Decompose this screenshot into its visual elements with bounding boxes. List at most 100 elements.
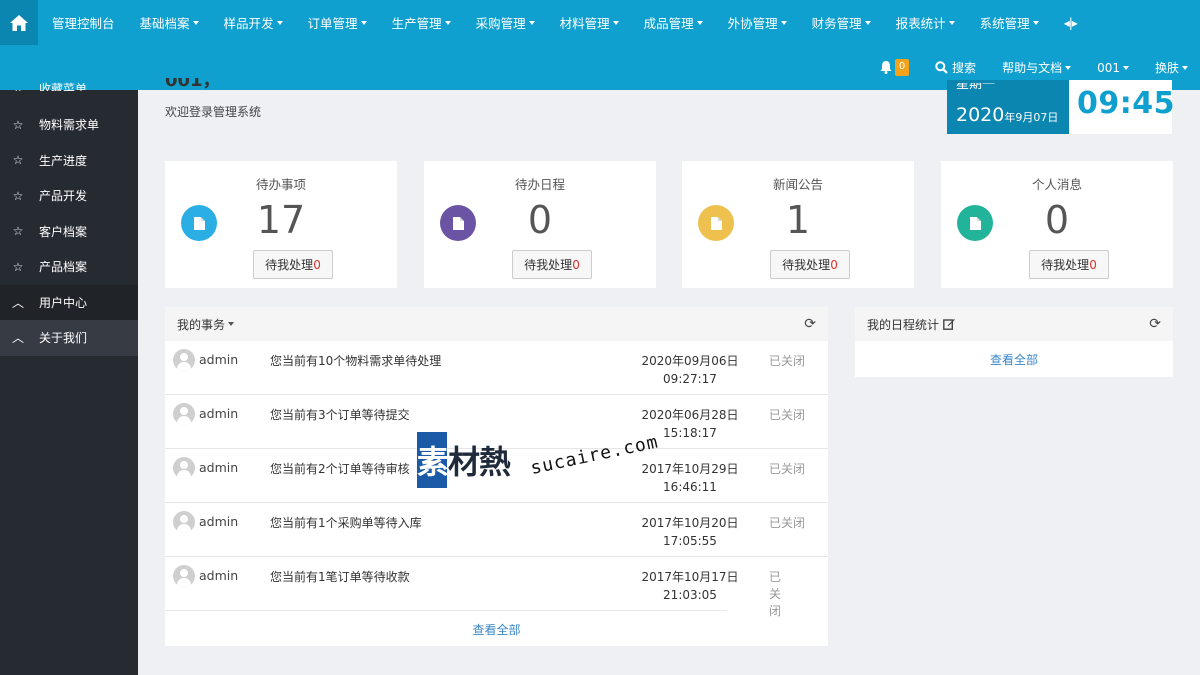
star-icon: ☆ — [12, 188, 24, 203]
task-status: 已关闭 — [769, 462, 806, 476]
pending-for-me-button[interactable]: 待我处理 0 — [770, 250, 850, 279]
nav-menu-item[interactable]: 外协管理 — [728, 13, 799, 32]
search-button[interactable]: 搜索 — [935, 59, 976, 76]
sidebar-item[interactable]: ☆ 客户档案 — [0, 214, 138, 250]
chevron-down-icon — [864, 20, 871, 25]
button-label: 待我处理 — [524, 258, 573, 272]
stat-card-count: 0 — [1044, 198, 1070, 242]
stat-card: 待办日程 0 待我处理 0 — [424, 161, 656, 288]
avatar — [173, 403, 195, 425]
nav-menu-item[interactable]: 采购管理 — [476, 13, 547, 32]
refresh-icon[interactable]: ⟳ — [1149, 316, 1161, 332]
nav-menu-item[interactable]: 管理控制台 — [52, 13, 127, 32]
chevron-down-icon — [780, 20, 787, 25]
task-status: 已关闭 — [769, 354, 806, 368]
nav-menu-item[interactable]: 系统管理 — [980, 13, 1051, 32]
stat-card-count: 17 — [256, 198, 306, 242]
stat-card: 新闻公告 1 待我处理 0 — [682, 161, 914, 288]
chevron-down-icon — [276, 20, 283, 25]
nav-menu-item[interactable]: 样品开发 — [224, 13, 295, 32]
home-button[interactable] — [0, 0, 38, 45]
pending-for-me-button[interactable]: 待我处理 0 — [253, 250, 333, 279]
sidebar-item-label: 客户档案 — [39, 224, 88, 239]
nav-menu-item[interactable]: 材料管理 — [560, 13, 631, 32]
nav-menu-item[interactable]: 生产管理 — [392, 13, 463, 32]
chevron-down-icon: ⌄ — [12, 82, 24, 91]
nav-menu-label: 基础档案 — [139, 16, 190, 31]
sidebar-item-label: 生产进度 — [39, 153, 88, 168]
nav-menu-item[interactable]: 成品管理 — [644, 13, 715, 32]
sidebar-item-label: 收藏菜单 — [39, 82, 88, 91]
task-row[interactable]: admin 您当前有1个采购单等待入库 2017年10月20日 17:05:55 已关闭 — [165, 503, 828, 557]
chevron-down-icon — [948, 20, 955, 25]
schedule-stats-header: 我的日程统计 ⟳ — [855, 307, 1173, 341]
nav-menu-item[interactable]: 财务管理 — [812, 13, 883, 32]
sidebar-item[interactable]: ☆ 产品档案 — [0, 249, 138, 285]
chevron-down-icon — [1065, 65, 1072, 70]
sidebar-item-label: 产品档案 — [39, 260, 88, 275]
refresh-icon[interactable]: ⟳ — [804, 316, 816, 332]
search-label: 搜索 — [952, 61, 977, 75]
avatar — [173, 511, 195, 533]
task-status: 已关闭 — [769, 516, 806, 530]
task-text: 您当前有1笔订单等待收款 — [270, 570, 410, 584]
button-count: 0 — [313, 257, 321, 272]
chevron-down-icon — [1122, 65, 1129, 70]
date-text: 2020年9月07日 — [956, 104, 1059, 126]
stat-card-title: 待办日程 — [514, 177, 565, 192]
task-user: admin — [199, 568, 239, 583]
button-count: 0 — [1089, 257, 1097, 272]
nav-menu-item[interactable]: 基础档案 — [140, 13, 211, 32]
nav-menu-label: 订单管理 — [307, 16, 358, 31]
pending-for-me-button[interactable]: 待我处理 0 — [512, 250, 592, 279]
sidebar-toggle-icon[interactable]: ◂|▸ — [1064, 16, 1078, 30]
stat-card-title: 新闻公告 — [772, 177, 823, 192]
skin-menu[interactable]: 换肤 — [1155, 59, 1188, 76]
nav-menu-item[interactable]: 订单管理 — [308, 13, 379, 32]
sidebar-item-label: 关于我们 — [39, 331, 88, 346]
notifications-button[interactable]: 0 — [880, 59, 910, 76]
edit-icon[interactable] — [943, 318, 955, 330]
chevron-up-icon: ︿ — [11, 331, 24, 346]
schedule-stats-panel: 我的日程统计 ⟳ 查看全部 — [855, 307, 1173, 377]
nav-menu-label: 成品管理 — [643, 16, 694, 31]
sidebar-item[interactable]: ☆ 产品开发 — [0, 178, 138, 214]
nav-menu-label: 报表统计 — [895, 16, 946, 31]
notifications-badge: 0 — [895, 59, 910, 76]
chevron-down-icon — [1032, 20, 1039, 25]
chevron-down-icon — [612, 20, 619, 25]
nav-menu-item[interactable]: 报表统计 — [896, 13, 967, 32]
my-tasks-dropdown[interactable]: 我的事务 — [177, 316, 235, 333]
task-text: 您当前有1个采购单等待入库 — [270, 516, 422, 530]
task-row[interactable]: admin 您当前有10个物料需求单待处理 2020年09月06日 09:27:17 已… — [165, 341, 828, 395]
user-menu[interactable]: 001 — [1097, 61, 1129, 75]
date-panel: 星期一 2020年9月07日 — [947, 80, 1069, 134]
chevron-down-icon — [444, 20, 451, 25]
star-icon: ☆ — [12, 153, 24, 168]
pending-for-me-button[interactable]: 待我处理 0 — [1029, 250, 1109, 279]
task-user: admin — [199, 352, 239, 367]
sidebar-item[interactable]: ☆ 物料需求单 — [0, 107, 138, 143]
greeting-message: 欢迎登录管理系统 — [165, 105, 262, 119]
task-row[interactable]: admin 您当前有1笔订单等待收款 2017年10月17日 21:03:05 已关闭 — [165, 557, 781, 618]
my-tasks-header: 我的事务 ⟳ — [165, 307, 828, 341]
panel-title: 我的日程统计 — [867, 317, 940, 332]
schedule-view-all-link[interactable]: 查看全部 — [855, 351, 1173, 368]
nav-menu-label: 管理控制台 — [52, 16, 115, 31]
sidebar-item-label: 物料需求单 — [39, 118, 100, 133]
star-icon: ☆ — [12, 224, 24, 239]
help-menu[interactable]: 帮助与文档 — [1002, 59, 1072, 76]
sidebar-item[interactable]: ︿ 用户中心 — [0, 284, 138, 320]
sidebar-item[interactable]: ︿ 关于我们 — [0, 320, 138, 356]
stat-card-count: 1 — [785, 198, 811, 242]
task-user: admin — [199, 514, 239, 529]
sidebar-item[interactable]: ☆ 生产进度 — [0, 143, 138, 179]
avatar — [173, 349, 195, 371]
avatar — [173, 457, 195, 479]
nav-menu-label: 材料管理 — [559, 16, 610, 31]
button-count: 0 — [830, 257, 838, 272]
watermark: 素材熱 sucaire.com — [417, 431, 662, 492]
clock-time: 09:45 — [1077, 86, 1175, 121]
chevron-up-icon: ︿ — [11, 295, 24, 310]
tasks-view-all-link[interactable]: 查看全部 — [165, 621, 828, 638]
